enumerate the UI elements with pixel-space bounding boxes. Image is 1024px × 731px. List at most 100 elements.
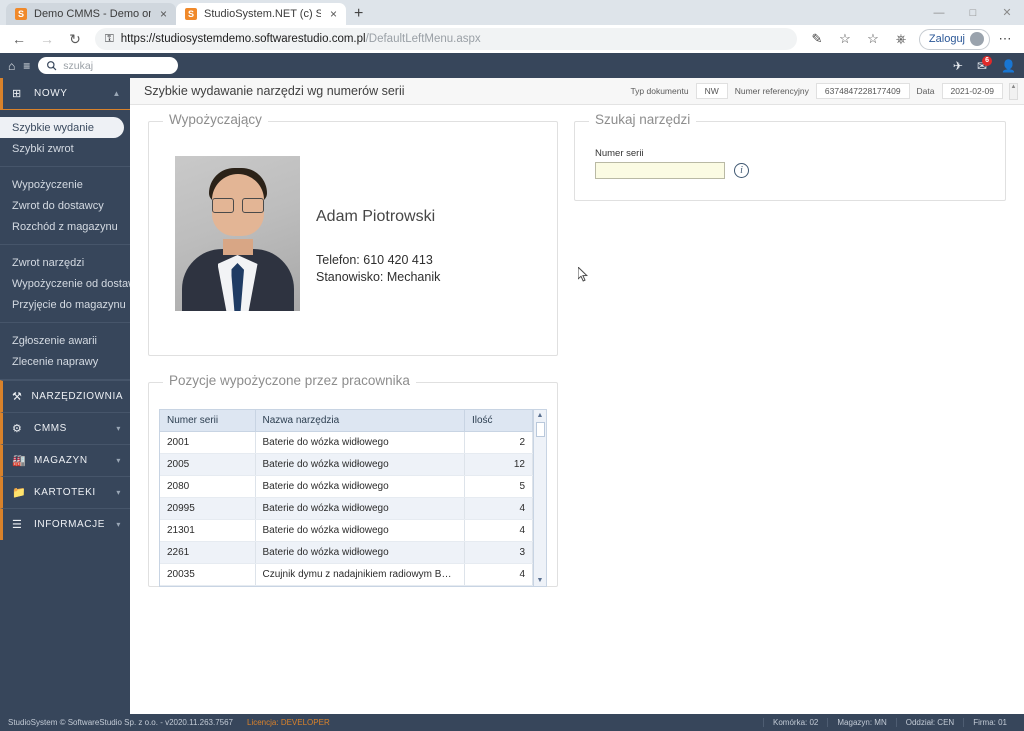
- cell-name: Baterie do wózka widłowego: [255, 454, 465, 476]
- sidebar-item-zwrot-do-dostawcy[interactable]: Zwrot do dostawcy: [0, 195, 130, 216]
- menu-collapse-icon[interactable]: ≡: [23, 59, 30, 73]
- sidebar-item-label: Przyjęcie do magazynu: [12, 299, 126, 311]
- browser-tab-2[interactable]: S StudioSystem.NET (c) SoftwareS ×: [176, 3, 346, 25]
- employee-phone: Telefon: 610 420 413: [316, 252, 440, 269]
- table-row[interactable]: 2005 Baterie do wózka widłowego 12: [160, 454, 533, 476]
- page-header: Szybkie wydawanie narzędzi wg numerów se…: [130, 78, 1024, 105]
- sidebar-item-wypozyczenie-od-dostawcy[interactable]: Wypożyczenie od dostawcy: [0, 273, 130, 294]
- tab-title: StudioSystem.NET (c) SoftwareS: [204, 8, 321, 20]
- table-header-row: Numer serii Nazwa narzędzia Ilość: [160, 410, 533, 432]
- pen-icon[interactable]: ✎: [804, 27, 830, 51]
- page-scroll-up-icon[interactable]: ▲: [1009, 83, 1018, 100]
- cell-serial: 20995: [160, 498, 255, 520]
- mail-button[interactable]: ✉ 6: [977, 59, 987, 73]
- sidebar-item-przyjecie-do-magazynu[interactable]: Przyjęcie do magazynu: [0, 294, 130, 315]
- cell-serial: 2005: [160, 454, 255, 476]
- sidebar-item-zwrot-narzedzi[interactable]: Zwrot narzędzi: [0, 252, 130, 273]
- forward-icon[interactable]: →: [34, 27, 60, 51]
- user-icon[interactable]: 👤: [1001, 59, 1016, 73]
- cell-qty: 4: [465, 564, 533, 586]
- sidebar-item-zlecenie-naprawy[interactable]: Zlecenie naprawy: [0, 351, 130, 372]
- meta-value-numer: 6374847228177409: [816, 83, 910, 99]
- table-row[interactable]: 2001 Baterie do wózka widłowego 2: [160, 432, 533, 454]
- sidebar-item-szybkie-wydanie[interactable]: Szybkie wydanie: [0, 117, 124, 138]
- meta-label-typ: Typ dokumentu: [623, 86, 695, 96]
- sidebar-item-narzedziownia[interactable]: ⚒ NARZĘDZIOWNIA ▾: [0, 380, 130, 412]
- send-icon[interactable]: ✈: [953, 59, 963, 73]
- scroll-thumb[interactable]: [536, 422, 545, 437]
- sidebar-item-wypozyczenie[interactable]: Wypożyczenie: [0, 174, 130, 195]
- lock-icon: ⚿: [105, 33, 114, 46]
- sign-in-button[interactable]: Zaloguj: [919, 29, 990, 50]
- sitemap-icon: ☰: [12, 518, 25, 531]
- cell-qty: 2: [465, 432, 533, 454]
- column-header-nazwa[interactable]: Nazwa narzędzia: [255, 410, 465, 432]
- sidebar-item-magazyn[interactable]: 🏭 MAGAZYN ▾: [0, 444, 130, 476]
- cell-name: Baterie do wózka widłowego: [255, 498, 465, 520]
- cell-qty: 12: [465, 454, 533, 476]
- tab-close-icon[interactable]: ×: [160, 7, 167, 21]
- tab-favicon-icon: S: [185, 8, 197, 20]
- maximize-icon[interactable]: □: [956, 0, 990, 25]
- sidebar-item-label: Rozchód z magazynu: [12, 221, 118, 233]
- browser-tab-1[interactable]: S Demo CMMS - Demo on line ×: [6, 3, 176, 25]
- search-input[interactable]: szukaj: [38, 57, 178, 74]
- collections-icon[interactable]: ☆: [860, 27, 886, 51]
- borrower-panel: Wypożyczający: [148, 121, 558, 356]
- favorite-add-icon[interactable]: ☆: [832, 27, 858, 51]
- table-scrollbar[interactable]: ▲ ▼: [533, 410, 546, 586]
- status-magazyn: Magazyn: MN: [827, 718, 895, 727]
- positions-legend: Pozycje wypożyczone przez pracownika: [163, 373, 416, 388]
- chevron-down-icon: ▾: [116, 488, 121, 497]
- sidebar-item-kartoteki[interactable]: 📁 KARTOTEKI ▾: [0, 476, 130, 508]
- table-row[interactable]: 20035 Czujnik dymu z nadajnikiem radiowy…: [160, 564, 533, 586]
- minimize-icon[interactable]: —: [922, 0, 956, 25]
- table-row[interactable]: 2261 Baterie do wózka widłowego 3: [160, 542, 533, 564]
- cell-name: Baterie do wózka widłowego: [255, 542, 465, 564]
- sidebar-item-label: Zlecenie naprawy: [12, 356, 98, 368]
- license-value: DEVELOPER: [281, 718, 330, 727]
- column-header-numer-serii[interactable]: Numer serii: [160, 410, 255, 432]
- info-icon[interactable]: i: [734, 163, 749, 178]
- sidebar-item-cmms[interactable]: ⚙ CMMS ▾: [0, 412, 130, 444]
- cell-serial: 2080: [160, 476, 255, 498]
- table-row[interactable]: 2080 Baterie do wózka widłowego 5: [160, 476, 533, 498]
- sidebar-item-rozchod-z-magazynu[interactable]: Rozchód z magazynu: [0, 216, 130, 237]
- table-row[interactable]: 20995 Baterie do wózka widłowego 4: [160, 498, 533, 520]
- sidebar-item-informacje[interactable]: ☰ INFORMACJE ▾: [0, 508, 130, 540]
- form-canvas: Wypożyczający: [130, 105, 1024, 714]
- chevron-down-icon: ▾: [116, 424, 121, 433]
- tab-close-icon[interactable]: ×: [330, 7, 337, 21]
- sidebar-item-label: CMMS: [34, 423, 67, 434]
- cell-qty: 3: [465, 542, 533, 564]
- serial-number-input[interactable]: [595, 162, 725, 179]
- status-right-group: Komórka: 02 Magazyn: MN Oddział: CEN Fir…: [763, 718, 1016, 727]
- reload-icon[interactable]: ↻: [62, 27, 88, 51]
- scroll-down-icon[interactable]: ▼: [537, 575, 544, 586]
- sidebar-item-szybki-zwrot[interactable]: Szybki zwrot: [0, 138, 130, 159]
- close-icon[interactable]: ✕: [990, 0, 1024, 25]
- sidebar-item-label: MAGAZYN: [34, 455, 88, 466]
- tab-favicon-icon: S: [15, 8, 27, 20]
- avatar: [970, 32, 984, 46]
- more-options-icon[interactable]: ⋯: [992, 27, 1018, 51]
- address-bar[interactable]: ⚿ https://studiosystemdemo.softwarestudi…: [95, 28, 797, 50]
- cell-serial: 20035: [160, 564, 255, 586]
- browser-essentials-icon[interactable]: ⎈: [888, 27, 914, 51]
- sidebar-item-zgloszenie-awarii[interactable]: Zgłoszenie awarii: [0, 330, 130, 351]
- sidebar-section-2: Wypożyczenie Zwrot do dostawcy Rozchód z…: [0, 167, 130, 245]
- search-icon: [46, 60, 57, 71]
- search-tools-legend: Szukaj narzędzi: [589, 112, 696, 127]
- cell-name: Czujnik dymu z nadajnikiem radiowym BR 1…: [255, 564, 465, 586]
- scroll-up-icon[interactable]: ▲: [537, 410, 544, 421]
- table-row[interactable]: 21301 Baterie do wózka widłowego 4: [160, 520, 533, 542]
- home-icon[interactable]: ⌂: [8, 59, 15, 73]
- back-icon[interactable]: ←: [6, 27, 32, 51]
- sidebar-item-label: KARTOTEKI: [34, 487, 96, 498]
- sidebar-group-nowy[interactable]: ⊞ NOWY ▲: [0, 78, 130, 110]
- search-tools-panel: Szukaj narzędzi Numer serii i: [574, 121, 1006, 201]
- column-header-ilosc[interactable]: Ilość: [465, 410, 533, 432]
- sidebar-item-label: Wypożyczenie: [12, 179, 83, 191]
- cell-serial: 21301: [160, 520, 255, 542]
- new-tab-button[interactable]: +: [346, 5, 371, 25]
